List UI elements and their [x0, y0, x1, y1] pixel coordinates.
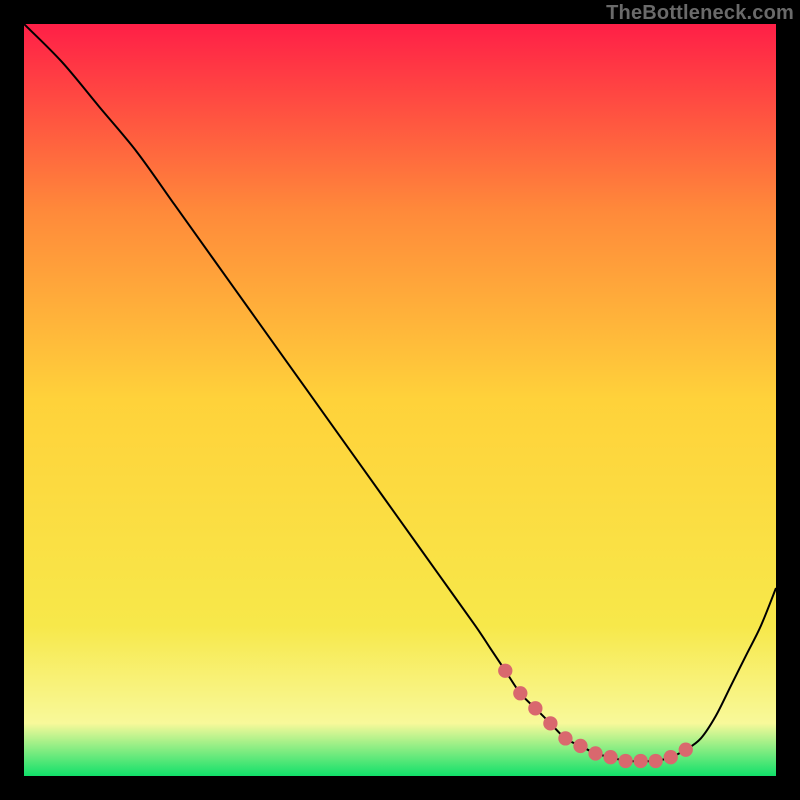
highlight-dot: [603, 750, 617, 764]
bottleneck-curve-path: [24, 24, 776, 761]
highlight-dot: [528, 701, 542, 715]
highlight-dot: [664, 750, 678, 764]
highlight-dot: [588, 746, 602, 760]
highlight-dot: [498, 664, 512, 678]
highlight-dot: [543, 716, 557, 730]
plot-area: [24, 24, 776, 776]
highlight-dot: [618, 754, 632, 768]
highlight-dot: [513, 686, 527, 700]
highlight-dots: [498, 664, 693, 769]
highlight-dot: [679, 743, 693, 757]
highlight-dot: [649, 754, 663, 768]
highlight-dot: [633, 754, 647, 768]
highlight-dot: [573, 739, 587, 753]
highlight-dot: [558, 731, 572, 745]
watermark-text: TheBottleneck.com: [606, 2, 794, 25]
chart-stage: TheBottleneck.com: [0, 0, 800, 800]
curve-layer: [24, 24, 776, 776]
